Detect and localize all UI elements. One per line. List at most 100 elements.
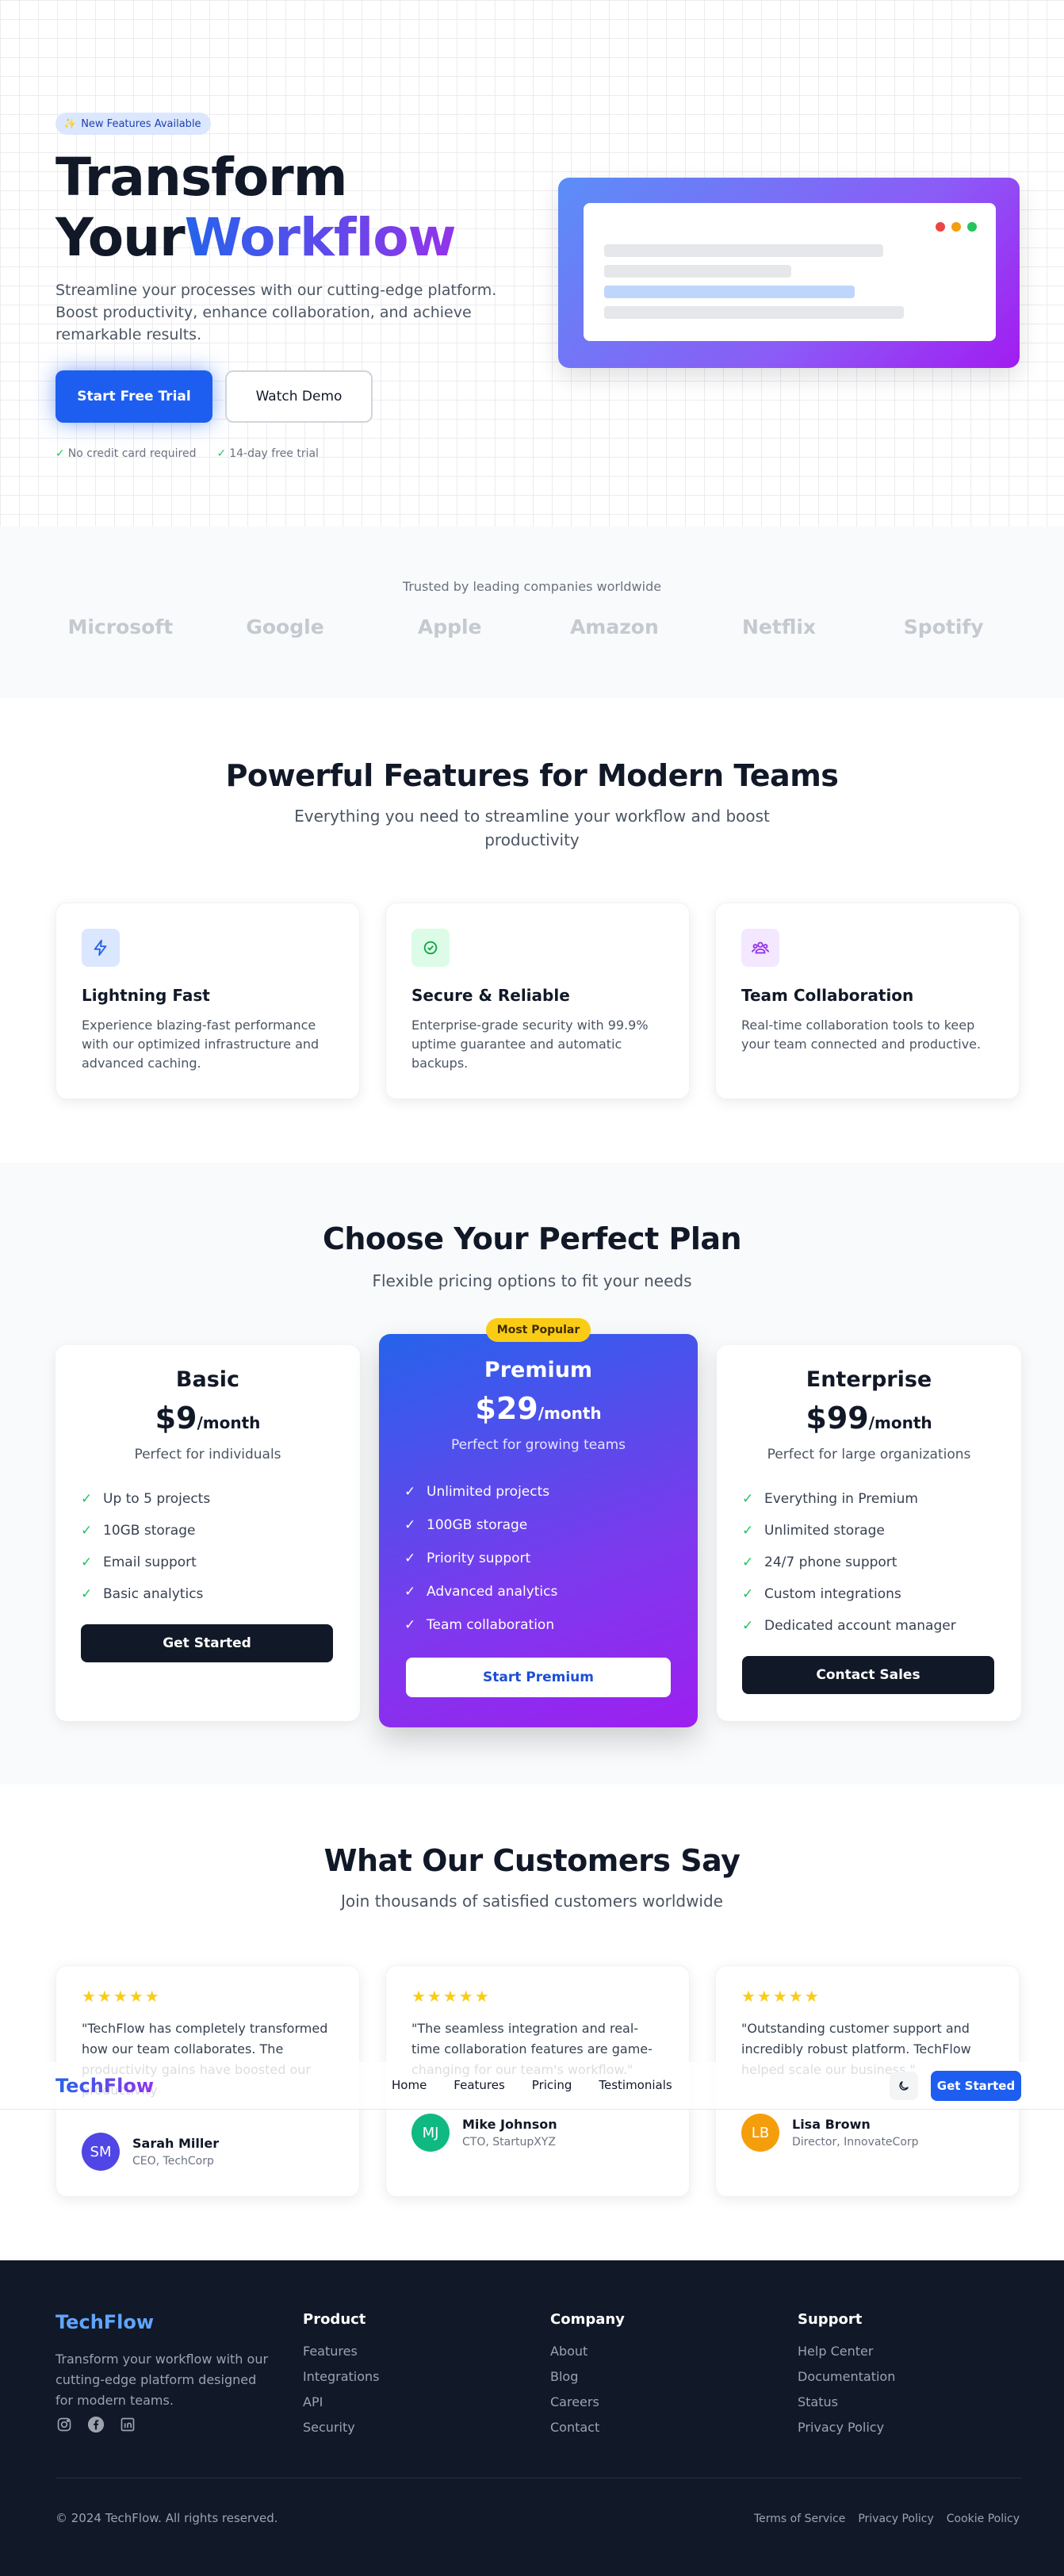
feature-title: Team Collaboration [741, 986, 914, 1005]
window-dot-yellow [951, 222, 961, 232]
feature-description: Experience blazing-fast performance with… [82, 1018, 320, 1071]
terms-link[interactable]: Terms of Service [754, 2513, 845, 2525]
nav-logo[interactable]: TechFlow [55, 2075, 154, 2097]
plan-features: ✓ Up to 5 projects ✓ 10GB storage ✓ Email s… [81, 1483, 210, 1610]
privacy-link[interactable]: Privacy Policy [858, 2513, 933, 2525]
start-premium-button[interactable]: Start Premium [406, 1658, 671, 1697]
check-icon: ✓ [81, 1586, 93, 1602]
navbar: TechFlow Home Features Pricing Testimoni… [0, 2062, 1064, 2110]
star-rating: ★★★★★ [82, 1987, 161, 2006]
footer-link[interactable]: Help Center [798, 2339, 895, 2364]
trusted-title: Trusted by leading companies worldwide [402, 579, 662, 594]
check-icon: ✓ [216, 447, 227, 460]
hero-title-line2: Your [55, 207, 186, 268]
nav-links: Home Features Pricing Testimonials [392, 2078, 672, 2092]
team-icon [741, 929, 779, 967]
nav-link-home[interactable]: Home [392, 2078, 427, 2092]
footer-link[interactable]: Security [303, 2415, 380, 2440]
footer-link[interactable]: Contact [550, 2415, 625, 2440]
footer-column-title: Product [303, 2311, 366, 2328]
feature-card-secure: Secure & Reliable Enterprise-grade secur… [385, 903, 690, 1099]
feature-title: Secure & Reliable [411, 986, 570, 1005]
cookie-link[interactable]: Cookie Policy [947, 2513, 1020, 2525]
check-icon: ✓ [742, 1618, 754, 1634]
placeholder-bar [604, 306, 904, 319]
plan-feature: ✓ Up to 5 projects [81, 1491, 211, 1507]
features-subtitle: Everything you need to streamline your w… [294, 807, 770, 849]
feature-title: Lightning Fast [82, 986, 210, 1005]
start-free-trial-button[interactable]: Start Free Trial [55, 370, 212, 423]
plan-feature: ✓ Priority support [404, 1551, 531, 1566]
footer-column-product: Product Features Integrations API Securi… [303, 2311, 380, 2440]
instagram-icon[interactable] [55, 2416, 73, 2433]
plan-feature: ✓ Unlimited projects [404, 1484, 550, 1500]
plan-feature: ✓ Unlimited storage [742, 1523, 885, 1539]
plan-price: $29/month [475, 1391, 602, 1426]
placeholder-bar-highlight [604, 286, 855, 298]
footer-link[interactable]: API [303, 2390, 380, 2415]
plan-feature: ✓ Dedicated account manager [742, 1618, 956, 1634]
company-logo: Microsoft [67, 615, 174, 638]
nav-link-features[interactable]: Features [454, 2078, 505, 2092]
plan-price: $9/month [155, 1401, 261, 1436]
plan-price: $99/month [806, 1401, 932, 1436]
footer-column-title: Company [550, 2311, 625, 2328]
check-icon: ✓ [81, 1523, 93, 1539]
plan-card-premium: Most Popular Premium $29/month Perfect f… [379, 1318, 698, 1727]
testimonials-subtitle: Join thousands of satisfied customers wo… [340, 1892, 723, 1911]
feature-description: Enterprise-grade security with 99.9% upt… [411, 1018, 649, 1071]
nav-link-testimonials[interactable]: Testimonials [599, 2078, 672, 2092]
hero-checks: ✓ No credit card required ✓ 14-day free tr… [55, 447, 319, 460]
plan-features: ✓ Unlimited projects ✓ 100GB storage ✓ Prio… [404, 1475, 557, 1642]
footer-link[interactable]: Integrations [303, 2364, 380, 2390]
plan-feature: ✓ Custom integrations [742, 1586, 901, 1602]
plan-feature: ✓ 24/7 phone support [742, 1554, 898, 1570]
plan-feature: ✓ Basic analytics [81, 1586, 204, 1602]
nav-link-pricing[interactable]: Pricing [532, 2078, 572, 2092]
get-started-button[interactable]: Get Started [81, 1624, 333, 1662]
lightning-icon [82, 929, 120, 967]
contact-sales-button[interactable]: Contact Sales [742, 1656, 994, 1694]
features-title: Powerful Features for Modern Teams [225, 758, 839, 793]
linkedin-icon[interactable] [119, 2416, 136, 2433]
plan-name: Basic [175, 1367, 240, 1392]
hero-title: Transform YourWorkflow [55, 148, 457, 268]
plan-card-basic: Basic $9/month Perfect for individuals ✓… [55, 1345, 360, 1721]
new-features-badge: ✨ New Features Available [55, 113, 211, 135]
placeholder-bar [604, 244, 883, 257]
plan-card-enterprise: Enterprise $99/month Perfect for large o… [717, 1345, 1021, 1721]
footer-description: Transform your workflow with our cutting… [55, 2352, 269, 2408]
footer-link[interactable]: Careers [550, 2390, 625, 2415]
moon-icon [899, 2081, 909, 2091]
author-role: CTO, StartupXYZ [462, 2136, 556, 2149]
footer-link[interactable]: Documentation [798, 2364, 895, 2390]
hero-section: ✨ New Features Available Transform YourW… [0, 0, 1064, 527]
plan-name: Premium [484, 1358, 593, 1382]
company-logos: Microsoft Google Apple Amazon Netflix Sp… [38, 615, 1026, 638]
star-rating: ★★★★★ [411, 1987, 491, 2006]
facebook-icon[interactable] [87, 2416, 105, 2433]
footer-link[interactable]: Status [798, 2390, 895, 2415]
company-logo: Spotify [903, 615, 984, 638]
check-icon: ✓ [81, 1491, 93, 1507]
hero-description: Streamline your processes with our cutti… [55, 282, 497, 343]
check-icon: ✓ [742, 1491, 754, 1507]
footer-column-support: Support Help Center Documentation Status… [798, 2311, 895, 2440]
nav-get-started-button[interactable]: Get Started [931, 2071, 1021, 2101]
footer-link[interactable]: Privacy Policy [798, 2415, 895, 2440]
footer-link[interactable]: About [550, 2339, 625, 2364]
watch-demo-button[interactable]: Watch Demo [225, 370, 373, 423]
footer-logo[interactable]: TechFlow [55, 2311, 154, 2333]
footer-link[interactable]: Blog [550, 2364, 625, 2390]
theme-toggle-button[interactable] [890, 2072, 918, 2100]
check-icon: ✓ [55, 447, 65, 460]
pricing-subtitle: Flexible pricing options to fit your nee… [372, 1271, 692, 1290]
footer-link[interactable]: Features [303, 2339, 380, 2364]
legal-links: Terms of Service Privacy Policy Cookie P… [754, 2513, 1020, 2525]
star-rating: ★★★★★ [741, 1987, 821, 2006]
author-name: Mike Johnson [462, 2117, 557, 2132]
window-dot-red [936, 222, 945, 232]
plan-feature: ✓ Email support [81, 1554, 197, 1570]
author-role: Director, InnovateCorp [792, 2136, 919, 2149]
plan-audience: Perfect for large organizations [767, 1447, 971, 1462]
